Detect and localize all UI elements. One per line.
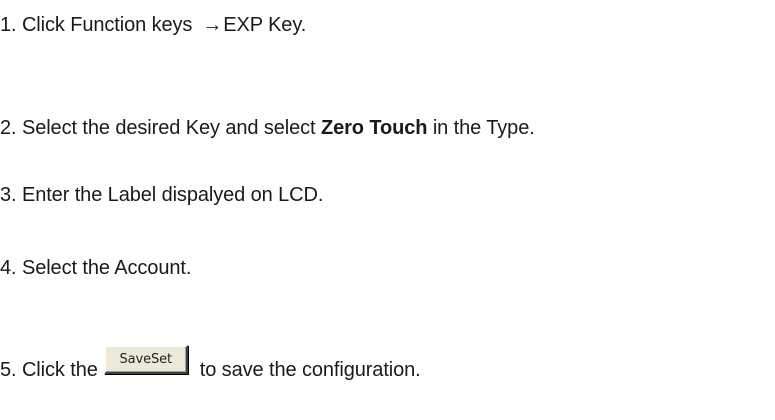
step-number: 3. bbox=[0, 184, 17, 206]
saveset-button-image[interactable]: SaveSet bbox=[103, 345, 188, 374]
step-number: 4. bbox=[0, 257, 17, 279]
step-text-after: to save the configuration. bbox=[199, 359, 421, 381]
step-text-after: in the Type. bbox=[432, 117, 535, 139]
instruction-step-1: 1. Click Function keys →EXP Key. bbox=[0, 13, 306, 37]
right-arrow-icon: → bbox=[202, 14, 223, 36]
step-text: Enter the Label dispalyed on LCD. bbox=[21, 184, 324, 206]
step-number: 5. bbox=[0, 359, 17, 381]
instruction-step-2: 2. Select the desired Key and select Zer… bbox=[0, 116, 535, 140]
instruction-step-4: 4. Select the Account. bbox=[0, 256, 191, 280]
step-number: 1. bbox=[0, 14, 17, 36]
instruction-step-5: 5. Click the SaveSet to save the configura… bbox=[0, 345, 421, 382]
step-text-after: EXP Key. bbox=[223, 14, 307, 36]
step-text: Select the desired Key and select bbox=[21, 117, 316, 139]
step-number: 2. bbox=[0, 117, 17, 139]
step-text: Select the Account. bbox=[21, 257, 192, 279]
bold-term-zero-touch: Zero Touch bbox=[320, 117, 428, 139]
step-text: Click Function keys bbox=[21, 14, 193, 36]
step-text: Click the bbox=[21, 359, 98, 381]
instruction-step-3: 3. Enter the Label dispalyed on LCD. bbox=[0, 183, 323, 207]
